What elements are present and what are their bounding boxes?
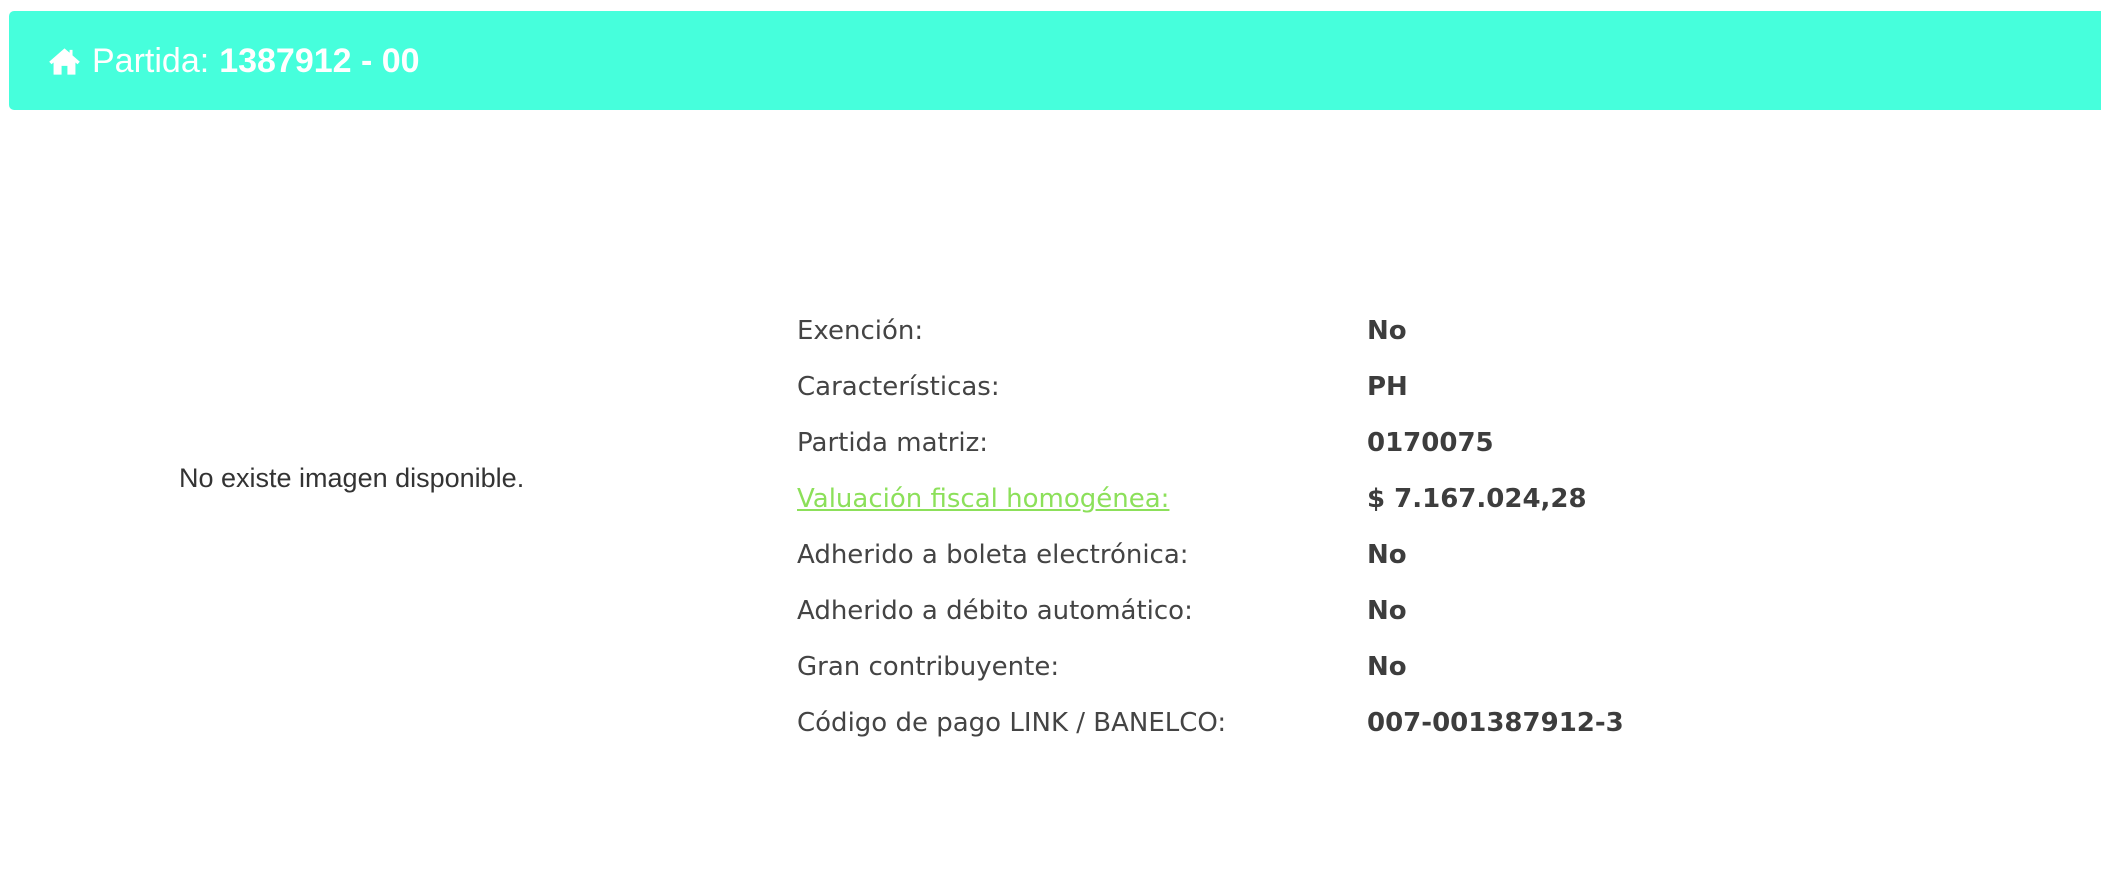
partida-number: 1387912 - 00 [219,41,420,80]
detail-label: Partida matriz: [797,428,989,458]
detail-value: $ 7.167.024,28 [1367,484,1587,514]
detail-value: 007-001387912-3 [1367,708,1624,738]
detail-value: No [1367,316,1407,346]
detail-label: Gran contribuyente: [797,652,1060,682]
detail-label: Exención: [797,316,924,346]
detail-row-debito-automatico: Adherido a débito automático: No [797,583,1624,639]
details-list: Exención: No Características: PH Partida… [797,303,1624,751]
detail-value: PH [1367,372,1408,402]
page-title: Partida: 1387912 - 00 [47,39,420,83]
detail-row-gran-contribuyente: Gran contribuyente: No [797,639,1624,695]
detail-label: Características: [797,372,1000,402]
detail-row-exencion: Exención: No [797,303,1624,359]
detail-value: 0170075 [1367,428,1494,458]
detail-label: Adherido a débito automático: [797,596,1193,626]
partida-label: Partida: [92,41,210,80]
detail-row-boleta-electronica: Adherido a boleta electrónica: No [797,527,1624,583]
detail-row-partida-matriz: Partida matriz: 0170075 [797,415,1624,471]
valuacion-fiscal-link[interactable]: Valuación fiscal homogénea: [797,484,1367,514]
detail-value: No [1367,652,1407,682]
detail-row-caracteristicas: Características: PH [797,359,1624,415]
detail-row-codigo-pago: Código de pago LINK / BANELCO: 007-00138… [797,695,1624,751]
home-icon [47,44,82,79]
detail-row-valuacion: Valuación fiscal homogénea: $ 7.167.024,… [797,471,1624,527]
header-bar: Partida: 1387912 - 00 [9,11,2101,110]
no-image-message: No existe imagen disponible. [179,463,525,493]
detail-label: Adherido a boleta electrónica: [797,540,1189,570]
detail-label: Código de pago LINK / BANELCO: [797,708,1227,738]
detail-value: No [1367,540,1407,570]
detail-value: No [1367,596,1407,626]
